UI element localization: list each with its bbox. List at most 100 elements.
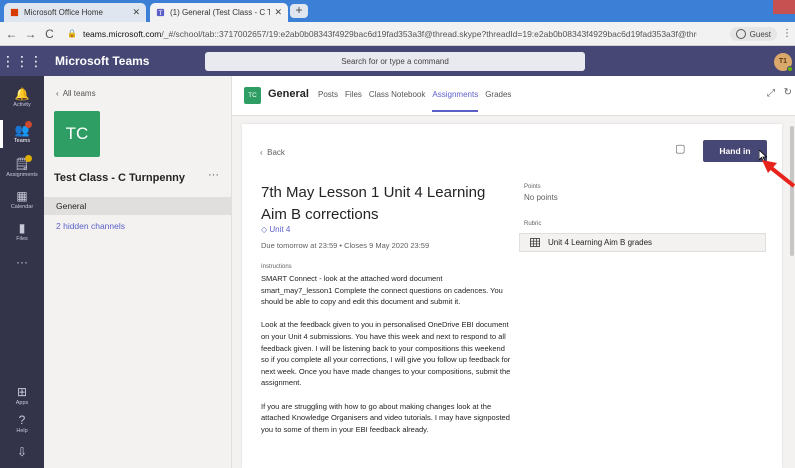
avatar-initials: T1 [778, 58, 788, 65]
channel-header: TC General Posts Files Class Notebook As… [232, 76, 795, 116]
back-button[interactable]: ‹ Back [260, 148, 285, 157]
tab-posts[interactable]: Posts [318, 90, 338, 99]
rubric-heading: Rubric [524, 221, 542, 227]
office-icon [10, 8, 19, 17]
app-title: Microsoft Teams [55, 54, 150, 68]
teams-header: ⋮⋮⋮ Microsoft Teams Search for or type a… [0, 46, 795, 76]
browser-tab-strip: Microsoft Office Home ✕ T (1) General (T… [0, 0, 795, 22]
points-value: No points [524, 193, 558, 202]
grid-icon [530, 238, 540, 247]
tab-grades[interactable]: Grades [485, 90, 511, 99]
new-tab-button[interactable]: + [290, 4, 308, 18]
rail-label: Calendar [10, 204, 34, 210]
apps-icon: ⊞ [16, 385, 28, 399]
hand-in-button[interactable]: Hand in [703, 140, 767, 162]
address-bar: ← → C 🔒 teams.microsoft.com /_#/school/t… [0, 22, 795, 46]
assignment-title: 7th May Lesson 1 Unit 4 Learning Aim B c… [261, 184, 486, 223]
profile-label: Guest [749, 29, 771, 39]
tab-class-notebook[interactable]: Class Notebook [369, 90, 425, 99]
tab-assignments[interactable]: Assignments [432, 90, 478, 112]
rail-item-more[interactable]: ··· [0, 248, 44, 284]
teams-icon: 👥 [14, 123, 30, 137]
rail-label: Teams [13, 138, 31, 144]
calendar-icon: ▦ [16, 189, 28, 203]
expand-icon[interactable]: ⤢ [767, 88, 775, 99]
rail-label: Files [16, 236, 28, 242]
notification-badge [25, 155, 32, 162]
instructions-text: SMART Connect - look at the attached wor… [261, 274, 511, 434]
assignments-icon: 🗒 [14, 157, 30, 171]
close-tab-icon[interactable]: ✕ [274, 7, 282, 18]
files-icon: ▮ [18, 221, 26, 235]
all-teams-link[interactable]: ‹ All teams [56, 89, 96, 98]
bell-icon: 🔔 [14, 87, 30, 101]
tab-label: Microsoft Office Home [24, 8, 103, 17]
team-name: Test Class - C Turnpenny [54, 172, 186, 184]
url-path: /_#/school/tab::3717002657/19:e2ab0b0834… [161, 28, 697, 39]
svg-text:T: T [158, 10, 163, 17]
due-date: Due tomorrow at 23:59 • Closes 9 May 202… [261, 241, 430, 250]
immersive-reader-icon[interactable]: ▢ [675, 142, 685, 155]
search-input[interactable]: Search for or type a command [205, 52, 585, 71]
rail-item-calendar[interactable]: ▦ Calendar [0, 182, 44, 218]
tab-label: (1) General (Test Class - C Turnp [170, 8, 271, 17]
app-rail: 🔔 Activity 👥 Teams 🗒 Assignments ▦ Calen… [0, 76, 44, 468]
rubric-label: Unit 4 Learning Aim B grades [548, 238, 653, 247]
chevron-left-icon: ‹ [260, 148, 263, 157]
assignment-tag: ◇ Unit 4 [261, 225, 290, 234]
rail-label: Assignments [6, 172, 38, 178]
scrollbar-thumb[interactable] [790, 126, 794, 256]
url-field[interactable]: 🔒 teams.microsoft.com /_#/school/tab::37… [67, 29, 697, 39]
chevron-left-icon: ‹ [56, 89, 59, 98]
team-avatar: TC [54, 111, 100, 157]
channel-tabs: Posts Files Class Notebook Assignments G… [318, 90, 511, 112]
teams-favicon-icon: T [156, 8, 165, 17]
rail-label: Activity [13, 102, 31, 108]
tab-files[interactable]: Files [345, 90, 362, 99]
app-launcher-icon[interactable]: ⋮⋮⋮ [0, 46, 44, 76]
rail-item-download[interactable]: ⇩ [0, 438, 44, 468]
profile-button[interactable]: Guest [729, 27, 777, 41]
tag-icon: ◇ [261, 225, 268, 234]
rail-label: Help [16, 428, 28, 434]
instructions-heading: Instructions [261, 264, 292, 270]
avatar[interactable]: T1 [774, 53, 793, 72]
rail-item-assignments[interactable]: 🗒 Assignments [0, 150, 44, 186]
rail-item-help[interactable]: ? Help [0, 406, 44, 442]
close-window-icon[interactable] [773, 0, 795, 14]
back-label: Back [267, 148, 285, 157]
rubric-item[interactable]: Unit 4 Learning Aim B grades [519, 233, 766, 252]
forward-nav-button[interactable]: → [23, 27, 38, 41]
tag-label: Unit 4 [269, 225, 291, 234]
url-domain: teams.microsoft.com [82, 28, 162, 39]
close-tab-icon[interactable]: ✕ [132, 7, 140, 18]
all-teams-label: All teams [62, 89, 96, 98]
channel-name: General [268, 88, 309, 100]
rail-item-activity[interactable]: 🔔 Activity [0, 80, 44, 116]
channel-item-general[interactable]: General [44, 197, 231, 215]
minimize-window-icon[interactable] [723, 0, 745, 14]
refresh-icon[interactable]: ↻ [784, 87, 792, 98]
points-heading: Points [524, 184, 541, 190]
rail-item-files[interactable]: ▮ Files [0, 214, 44, 250]
browser-tab-office[interactable]: Microsoft Office Home ✕ [4, 3, 146, 22]
profile-icon [735, 29, 746, 39]
rail-item-teams[interactable]: 👥 Teams [0, 116, 44, 152]
hidden-channels-link[interactable]: 2 hidden channels [56, 221, 125, 231]
help-icon: ? [18, 413, 26, 427]
maximize-window-icon[interactable] [747, 0, 769, 14]
more-icon: ··· [16, 255, 28, 269]
teams-left-pane: ‹ All teams TC Test Class - C Turnpenny … [44, 76, 232, 468]
reload-button[interactable]: C [42, 27, 57, 41]
browser-tab-teams[interactable]: T (1) General (Test Class - C Turnp ✕ [150, 3, 288, 22]
browser-menu-icon[interactable]: ⋮ [782, 28, 792, 39]
annotation-arrow-icon [762, 160, 795, 188]
presence-icon [787, 66, 793, 72]
download-icon: ⇩ [16, 445, 28, 459]
channel-team-avatar: TC [244, 87, 261, 104]
team-more-options-icon[interactable]: ··· [208, 169, 219, 181]
notification-badge [25, 121, 32, 128]
assignment-card: ‹ Back ▢ Hand in 7th May Lesson 1 Unit 4… [242, 124, 782, 468]
main-content: TC General Posts Files Class Notebook As… [232, 76, 795, 468]
back-nav-button[interactable]: ← [4, 27, 19, 41]
